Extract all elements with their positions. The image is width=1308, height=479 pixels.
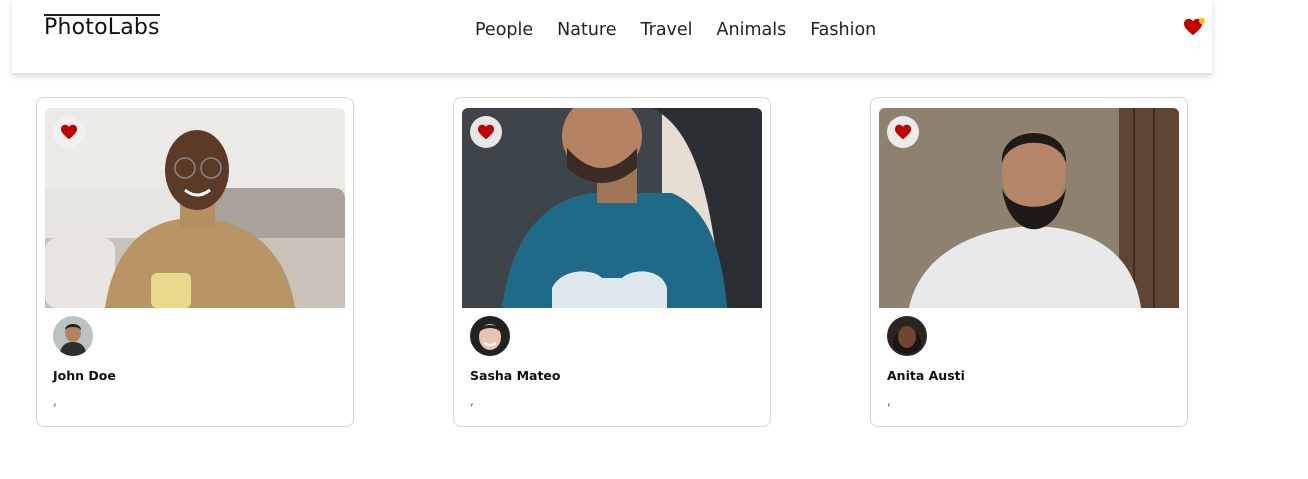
avatar[interactable]	[887, 316, 927, 356]
photo-image[interactable]	[879, 108, 1179, 308]
photo-location: ,	[887, 394, 891, 408]
notification-dot	[1199, 18, 1205, 24]
topic-nav: People Nature Travel Animals Fashion	[475, 18, 900, 42]
app-logo[interactable]: PhotoLabs	[44, 14, 160, 40]
nav-item-travel[interactable]: Travel	[641, 18, 693, 42]
nav-item-people[interactable]: People	[475, 18, 533, 42]
nav-item-animals[interactable]: Animals	[717, 18, 787, 42]
photo-image[interactable]	[462, 108, 762, 308]
photo-location: ,	[470, 394, 474, 408]
heart-icon	[61, 124, 77, 140]
photo-card: John Doe ,	[36, 97, 354, 427]
like-button[interactable]	[887, 116, 919, 148]
photo-card: Sasha Mateo ,	[453, 97, 771, 427]
favorites-heart-icon[interactable]	[1183, 18, 1205, 36]
photo-location: ,	[53, 394, 57, 408]
photographer-name: Sasha Mateo	[470, 368, 561, 383]
like-button[interactable]	[470, 116, 502, 148]
heart-icon	[478, 124, 494, 140]
nav-item-nature[interactable]: Nature	[557, 18, 616, 42]
top-nav-bar: PhotoLabs People Nature Travel Animals F…	[12, 0, 1212, 73]
like-button[interactable]	[53, 116, 85, 148]
photographer-name: Anita Austi	[887, 368, 965, 383]
heart-icon	[895, 124, 911, 140]
nav-item-fashion[interactable]: Fashion	[810, 18, 876, 42]
avatar[interactable]	[53, 316, 93, 356]
photo-card: Anita Austi ,	[870, 97, 1188, 427]
photo-image[interactable]	[45, 108, 345, 308]
avatar[interactable]	[470, 316, 510, 356]
photographer-name: John Doe	[53, 368, 116, 383]
